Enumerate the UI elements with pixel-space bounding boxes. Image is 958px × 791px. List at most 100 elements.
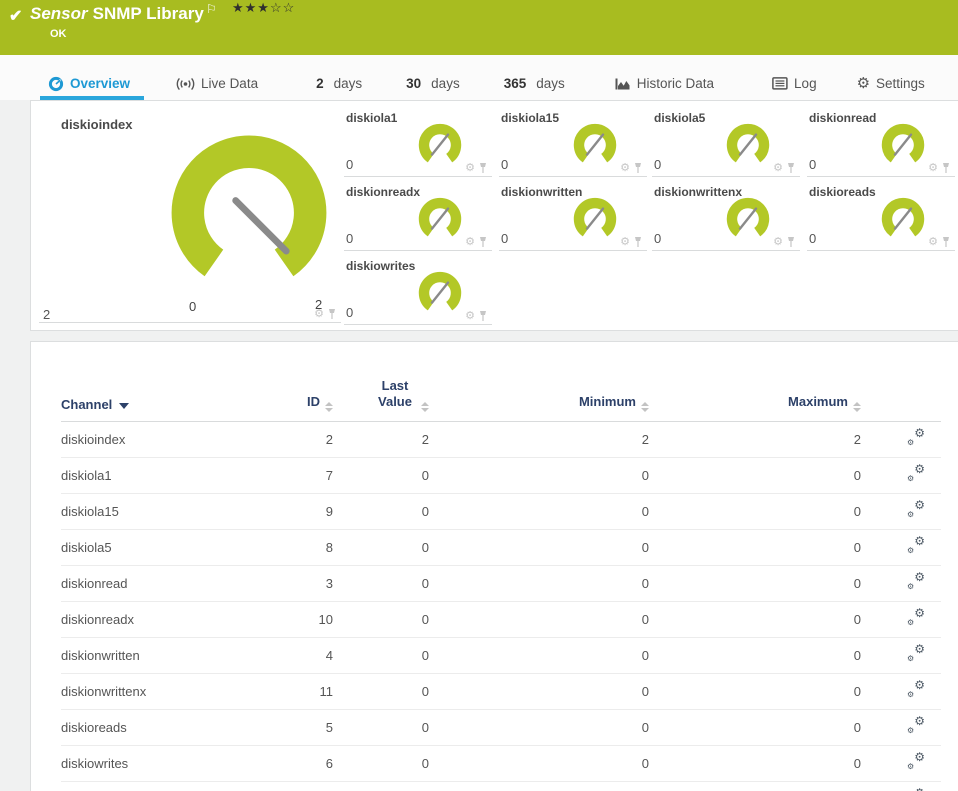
channel-maximum: 2 (649, 421, 861, 459)
area-chart-icon (615, 78, 630, 89)
pin-icon[interactable] (327, 308, 337, 320)
gauge-value: 0 (501, 157, 509, 172)
channel-settings-gears-icon[interactable]: ⚙⚙ (907, 607, 925, 627)
channel-settings-gears-icon[interactable]: ⚙⚙ (907, 715, 925, 735)
tab-bar: Overview Live Data 2 days 30 days 365 da… (0, 55, 958, 100)
channel-name: diskioreads (61, 709, 271, 747)
channel-settings-gears-icon[interactable]: ⚙⚙ (907, 499, 925, 519)
channel-minimum: 0 (429, 745, 649, 783)
channel-name: diskioindex (61, 421, 271, 459)
column-header-minimum[interactable]: Minimum (429, 378, 649, 423)
pin-icon[interactable] (478, 236, 488, 248)
gauge-scale-min: 0 (189, 299, 197, 314)
tab-historic-data[interactable]: Historic Data (615, 55, 714, 100)
channel-name: diskionwrittenx (61, 673, 271, 711)
channel-minimum: 0 (429, 457, 649, 495)
gear-icon[interactable]: ⚙ (465, 310, 475, 322)
pin-icon[interactable] (633, 162, 643, 174)
gear-icon[interactable]: ⚙ (465, 162, 475, 174)
gauge-value: 0 (501, 231, 509, 246)
column-header-id[interactable]: ID (271, 378, 333, 423)
channel-last-value: 0 (333, 601, 429, 639)
channel-settings-gears-icon[interactable]: ⚙⚙ (907, 427, 925, 447)
gauge-cell-diskionwrittenx: diskionwrittenx 0 ⚙ (652, 183, 800, 251)
channel-name: diskiola5 (61, 529, 271, 567)
tab-365-days[interactable]: 365 days (504, 55, 565, 100)
pin-icon[interactable] (633, 236, 643, 248)
channel-last-value: 0 (333, 673, 429, 711)
gauge-value: 0 (346, 157, 354, 172)
channel-settings-gears-icon[interactable]: ⚙⚙ (907, 535, 925, 555)
channel-settings-gears-icon[interactable]: ⚙⚙ (907, 679, 925, 699)
pin-icon[interactable] (786, 236, 796, 248)
pin-icon[interactable] (941, 162, 951, 174)
table-row: diskiola1 7 0 0 0 ⚙ ⚙ (61, 457, 941, 495)
gear-icon[interactable]: ⚙ (773, 236, 783, 248)
gear-icon: ⚙ (856, 75, 871, 92)
tab-overview[interactable]: Overview (40, 55, 145, 100)
column-label: Last Value (378, 378, 412, 410)
channel-settings-gears-icon[interactable]: ⚙⚙ (907, 571, 925, 591)
tab-2-days[interactable]: 2 days (316, 55, 362, 100)
column-header-maximum[interactable]: Maximum (649, 378, 861, 423)
gauge-title: diskiowrites (346, 259, 416, 273)
table-row: diskionread 3 0 0 0 ⚙ ⚙ (61, 565, 941, 603)
sensor-name: SNMP Library (92, 4, 204, 23)
pin-icon[interactable] (478, 310, 488, 322)
channel-maximum: 0 (649, 565, 861, 603)
table-header-row: Channel ID Last Value Minimum Maximum (61, 378, 941, 423)
gauge-value: 0 (346, 231, 354, 246)
gauge-chart (171, 135, 327, 277)
flag-icon[interactable]: ⚐ (206, 2, 217, 16)
priority-stars[interactable]: ★★★☆☆ (232, 0, 295, 16)
channel-last-value: 0 (333, 457, 429, 495)
gear-icon[interactable]: ⚙ (928, 236, 938, 248)
channel-minimum: 0 (429, 673, 649, 711)
channel-minimum: 0 (429, 709, 649, 747)
table-row: diskiola5 8 0 0 0 ⚙ ⚙ (61, 529, 941, 567)
channel-minimum: 0 (429, 565, 649, 603)
channel-minimum: 0 (429, 601, 649, 639)
column-label: ID (307, 394, 320, 410)
channel-maximum: 0 (649, 673, 861, 711)
channel-settings-gears-icon[interactable]: ⚙⚙ (907, 463, 925, 483)
pin-icon[interactable] (941, 236, 951, 248)
channel-maximum: 0 (649, 709, 861, 747)
channel-id: 8 (271, 529, 333, 567)
channel-minimum: 0 (429, 529, 649, 567)
gear-icon[interactable]: ⚙ (773, 162, 783, 174)
channel-maximum: 0 (649, 457, 861, 495)
gauge-cell-diskiowrites: diskiowrites 0 ⚙ (344, 257, 492, 325)
channel-minimum: 0 (429, 493, 649, 531)
sort-icon (853, 402, 861, 413)
gear-icon[interactable]: ⚙ (928, 162, 938, 174)
status-badge: OK (50, 28, 67, 40)
channel-settings-gears-icon[interactable]: ⚙⚙ (907, 643, 925, 663)
channel-settings-gears-icon[interactable]: ⚙⚙ (907, 751, 925, 771)
channel-minimum: 0 (429, 637, 649, 675)
gauge-cell-diskionread: diskionread 0 ⚙ (807, 109, 955, 177)
column-header-channel[interactable]: Channel (61, 378, 271, 423)
gauge-chart (418, 271, 462, 311)
column-label: Channel (61, 397, 113, 413)
pin-icon[interactable] (786, 162, 796, 174)
channel-name: diskiola15 (61, 493, 271, 531)
sort-icon (641, 402, 649, 413)
channel-id: 3 (271, 565, 333, 603)
tab-log[interactable]: Log (772, 55, 817, 100)
gauge-cell-diskionreadx: diskionreadx 0 ⚙ (344, 183, 492, 251)
gear-icon[interactable]: ⚙ (465, 236, 475, 248)
pin-icon[interactable] (478, 162, 488, 174)
table-row: diskionwritten 4 0 0 0 ⚙ ⚙ (61, 637, 941, 675)
gear-icon[interactable]: ⚙ (620, 162, 630, 174)
gear-icon[interactable]: ⚙ (620, 236, 630, 248)
tab-label: days (536, 76, 565, 91)
tab-settings[interactable]: ⚙ Settings (857, 55, 925, 100)
gear-icon[interactable]: ⚙ (314, 308, 324, 320)
gauge-chart (726, 197, 770, 237)
column-header-last-value[interactable]: Last Value (333, 378, 429, 423)
tab-number: 30 (406, 76, 422, 91)
tab-30-days[interactable]: 30 days (406, 55, 460, 100)
gauge-icon (48, 76, 64, 91)
tab-live-data[interactable]: Live Data (176, 55, 258, 100)
